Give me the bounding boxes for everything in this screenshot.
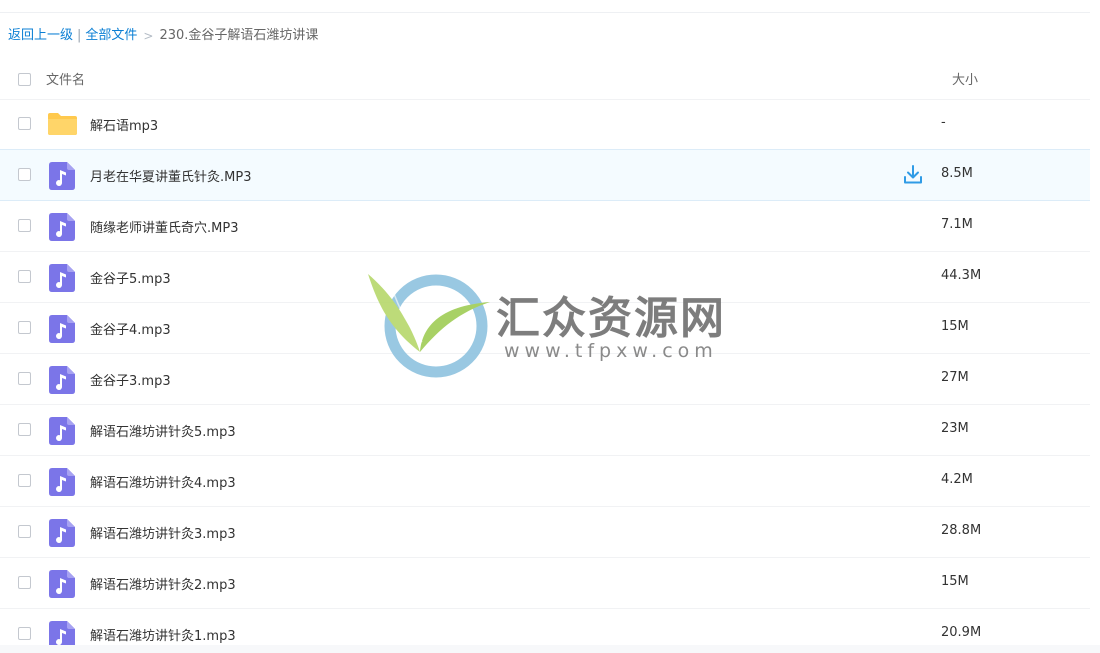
- music-file-icon: [49, 519, 75, 547]
- file-row[interactable]: 随缘老师讲董氏奇穴.MP3 7.1M: [0, 201, 1090, 252]
- top-divider: [0, 12, 1090, 13]
- file-name[interactable]: 解语石潍坊讲针灸2.mp3: [90, 574, 236, 593]
- download-icon[interactable]: [903, 165, 923, 185]
- row-checkbox[interactable]: [18, 117, 31, 130]
- file-row[interactable]: 解语石潍坊讲针灸4.mp3 4.2M: [0, 456, 1090, 507]
- music-file-icon: [49, 417, 75, 445]
- row-checkbox[interactable]: [18, 525, 31, 538]
- row-checkbox[interactable]: [18, 372, 31, 385]
- select-all-checkbox[interactable]: [18, 73, 31, 86]
- file-size: 20.9M: [941, 625, 982, 640]
- column-header-name[interactable]: 文件名: [46, 69, 85, 88]
- folder-icon: [47, 112, 78, 136]
- file-size: 15M: [941, 319, 969, 334]
- all-files-link[interactable]: 全部文件: [85, 27, 137, 45]
- back-link[interactable]: 返回上一级: [8, 27, 73, 45]
- file-row[interactable]: 月老在华夏讲董氏针灸.MP3 8.5M: [0, 149, 1090, 201]
- file-size: 44.3M: [941, 268, 982, 283]
- file-size: 8.5M: [941, 166, 973, 181]
- current-folder: 230.金谷子解语石潍坊讲课: [159, 28, 319, 43]
- file-name[interactable]: 解语石潍坊讲针灸5.mp3: [90, 421, 236, 440]
- music-file-icon: [49, 162, 75, 190]
- row-checkbox[interactable]: [18, 270, 31, 283]
- file-size: 15M: [941, 574, 969, 589]
- file-browser: 返回上一级 | 全部文件 > 230.金谷子解语石潍坊讲课 文件名 大小 解石语…: [0, 0, 1100, 653]
- file-size: 28.8M: [941, 523, 982, 538]
- file-name[interactable]: 解石语mp3: [90, 115, 158, 134]
- file-name[interactable]: 金谷子4.mp3: [90, 319, 171, 338]
- file-size: 27M: [941, 370, 969, 385]
- breadcrumb-arrow: >: [143, 29, 154, 43]
- breadcrumb-separator: |: [77, 28, 82, 43]
- row-checkbox[interactable]: [18, 219, 31, 232]
- music-file-icon: [49, 468, 75, 496]
- row-checkbox[interactable]: [18, 423, 31, 436]
- column-header-size[interactable]: 大小: [952, 69, 978, 88]
- row-checkbox[interactable]: [18, 321, 31, 334]
- file-list: 解石语mp3 - 月老在华夏讲董氏针灸.MP3 8.5M 随缘老师讲董氏奇穴.MP3 7.…: [0, 99, 1100, 653]
- bottom-strip: [0, 645, 1100, 653]
- file-name[interactable]: 解语石潍坊讲针灸3.mp3: [90, 523, 236, 542]
- music-file-icon: [49, 570, 75, 598]
- breadcrumb: 返回上一级 | 全部文件 > 230.金谷子解语石潍坊讲课: [8, 27, 318, 45]
- file-size: 7.1M: [941, 217, 973, 232]
- file-row[interactable]: 解石语mp3 -: [0, 99, 1090, 150]
- music-file-icon: [49, 264, 75, 292]
- file-row[interactable]: 解语石潍坊讲针灸2.mp3 15M: [0, 558, 1090, 609]
- file-name[interactable]: 解语石潍坊讲针灸4.mp3: [90, 472, 236, 491]
- file-name[interactable]: 解语石潍坊讲针灸1.mp3: [90, 625, 236, 644]
- file-size: -: [941, 115, 946, 130]
- music-file-icon: [49, 213, 75, 241]
- music-file-icon: [49, 366, 75, 394]
- file-row[interactable]: 金谷子4.mp3 15M: [0, 303, 1090, 354]
- row-checkbox[interactable]: [18, 576, 31, 589]
- file-size: 4.2M: [941, 472, 973, 487]
- file-row[interactable]: 解语石潍坊讲针灸5.mp3 23M: [0, 405, 1090, 456]
- music-file-icon: [49, 315, 75, 343]
- row-checkbox[interactable]: [18, 474, 31, 487]
- file-name[interactable]: 月老在华夏讲董氏针灸.MP3: [90, 166, 251, 185]
- row-checkbox[interactable]: [18, 627, 31, 640]
- file-row[interactable]: 解语石潍坊讲针灸3.mp3 28.8M: [0, 507, 1090, 558]
- file-name[interactable]: 金谷子5.mp3: [90, 268, 171, 287]
- file-name[interactable]: 随缘老师讲董氏奇穴.MP3: [90, 217, 238, 236]
- file-size: 23M: [941, 421, 969, 436]
- file-name[interactable]: 金谷子3.mp3: [90, 370, 171, 389]
- file-row[interactable]: 金谷子3.mp3 27M: [0, 354, 1090, 405]
- file-row[interactable]: 金谷子5.mp3 44.3M: [0, 252, 1090, 303]
- table-header: 文件名 大小: [0, 53, 1090, 100]
- row-checkbox[interactable]: [18, 168, 31, 181]
